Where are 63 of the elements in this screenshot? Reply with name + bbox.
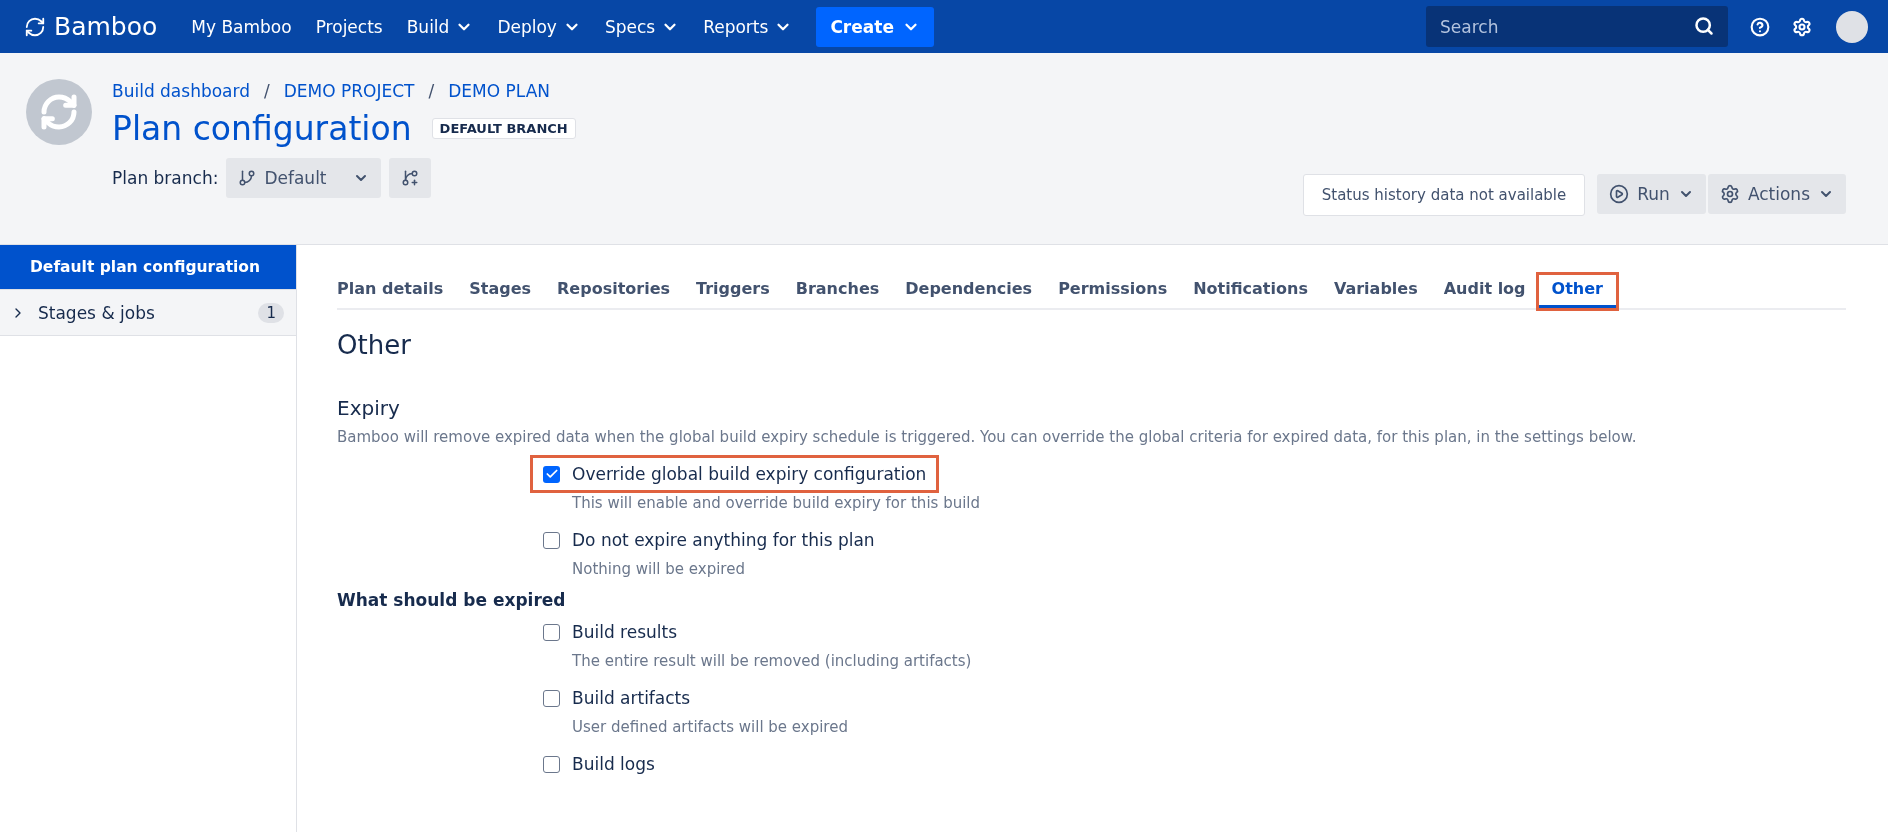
- create-branch-button[interactable]: [389, 158, 432, 198]
- tab[interactable]: Branches: [782, 275, 893, 308]
- expiry-description: Bamboo will remove expired data when the global build expiry schedule is triggered. You can override the global criteria for expired data, for this plan, in the settings below.: [337, 428, 1638, 446]
- avatar[interactable]: [1836, 10, 1868, 43]
- breadcrumb-link[interactable]: DEMO PROJECT: [283, 81, 415, 101]
- tab[interactable]: Notifications: [1180, 275, 1321, 308]
- search-field[interactable]: Search: [1426, 6, 1728, 47]
- sidebar-item[interactable]: Stages & jobs 1: [0, 290, 296, 336]
- tab[interactable]: Triggers: [683, 275, 783, 308]
- branch-plus-icon: [401, 169, 420, 187]
- branch-badge: DEFAULT BRANCH: [431, 118, 576, 139]
- checkbox[interactable]: [543, 755, 560, 773]
- branch-icon: [238, 169, 257, 187]
- checkbox[interactable]: [543, 689, 560, 707]
- actions-button[interactable]: Actions: [1707, 174, 1846, 214]
- nav-item[interactable]: Build: [394, 16, 486, 37]
- checkbox[interactable]: [543, 623, 560, 641]
- expiry-heading: Expiry: [337, 396, 401, 420]
- nav-item[interactable]: Deploy: [485, 16, 593, 37]
- tab[interactable]: Stages: [456, 275, 544, 308]
- breadcrumb-separator: /: [264, 81, 270, 101]
- help-icon[interactable]: [1750, 16, 1770, 37]
- run-button[interactable]: Run: [1597, 174, 1706, 214]
- tab[interactable]: Variables: [1320, 275, 1431, 308]
- checkbox[interactable]: [543, 531, 560, 549]
- tab[interactable]: Audit log: [1430, 275, 1539, 308]
- status-history-note: Status history data not available: [1302, 174, 1586, 216]
- page-title: Plan configuration: [112, 109, 412, 148]
- search-icon[interactable]: [1694, 16, 1714, 36]
- checkbox-option[interactable]: Build artifacts: [533, 682, 701, 714]
- breadcrumb-separator: /: [428, 81, 435, 101]
- tab[interactable]: Permissions: [1045, 275, 1181, 308]
- sidebar-item[interactable]: Default plan configuration: [0, 245, 296, 290]
- checkbox-option[interactable]: Override global build expiry configuration: [533, 458, 937, 490]
- nav-item[interactable]: Specs: [592, 16, 692, 37]
- gear-icon: [1719, 184, 1740, 204]
- play-icon: [1609, 184, 1630, 204]
- option-hint: The entire result will be removed (including artifacts): [572, 652, 973, 670]
- create-button[interactable]: Create: [816, 6, 934, 47]
- brand-logo[interactable]: Bamboo: [24, 12, 158, 41]
- nav-item[interactable]: Reports: [691, 16, 805, 37]
- tab[interactable]: Other: [1538, 275, 1616, 308]
- branch-label: Plan branch:: [112, 168, 219, 188]
- logo-icon: [24, 15, 46, 38]
- breadcrumb-link[interactable]: DEMO PLAN: [448, 81, 550, 101]
- branch-dropdown[interactable]: Default: [226, 158, 382, 198]
- option-hint: User defined artifacts will be expired: [572, 718, 849, 736]
- tab[interactable]: Plan details: [337, 275, 457, 308]
- option-hint: This will enable and override build expiry for this build: [572, 494, 981, 512]
- section-title: Other: [337, 330, 412, 360]
- nav-item[interactable]: Projects: [303, 16, 395, 37]
- subsection-heading: What should be expired: [337, 590, 567, 610]
- checkbox[interactable]: [543, 465, 560, 483]
- count-badge: 1: [258, 302, 284, 323]
- checkbox-option[interactable]: Build logs: [533, 748, 665, 780]
- checkbox-option[interactable]: Do not expire anything for this plan: [533, 524, 885, 556]
- tab[interactable]: Repositories: [544, 275, 684, 308]
- settings-icon[interactable]: [1792, 16, 1812, 37]
- option-hint: Nothing will be expired: [572, 560, 746, 578]
- breadcrumb-link[interactable]: Build dashboard: [112, 81, 250, 101]
- nav-item[interactable]: My Bamboo: [179, 16, 304, 37]
- checkbox-option[interactable]: Build results: [533, 616, 688, 648]
- tab[interactable]: Dependencies: [892, 275, 1046, 308]
